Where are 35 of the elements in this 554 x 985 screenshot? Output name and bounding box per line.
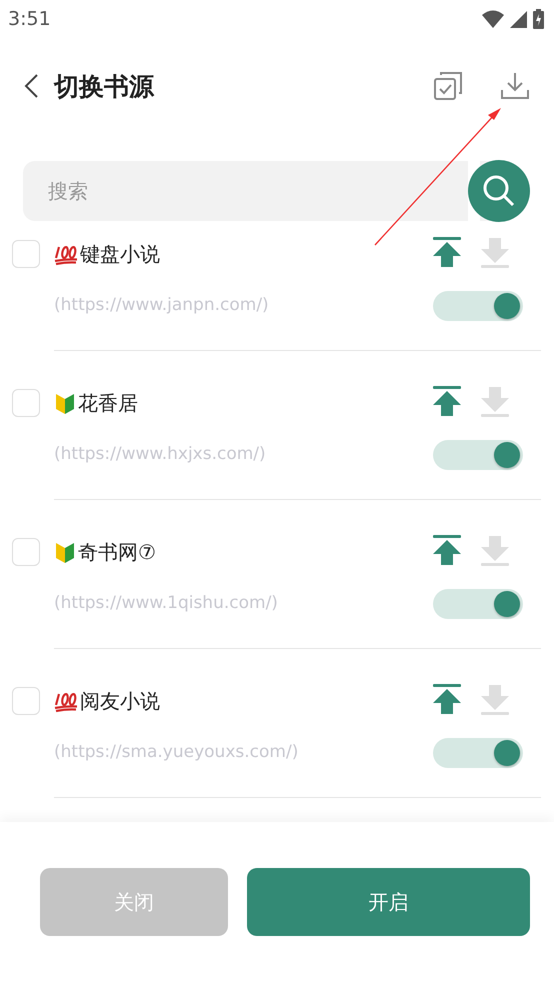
move-to-top-icon[interactable] bbox=[432, 386, 462, 418]
toggle-switch[interactable] bbox=[433, 589, 523, 619]
toggle-switch[interactable] bbox=[433, 738, 523, 768]
enable-button[interactable]: 开启 bbox=[247, 868, 530, 936]
toggle-switch[interactable] bbox=[433, 440, 523, 470]
search-icon bbox=[482, 174, 516, 208]
checkbox[interactable] bbox=[12, 538, 40, 566]
download-button[interactable] bbox=[500, 72, 530, 100]
back-button[interactable] bbox=[22, 73, 40, 99]
hundred-points-icon bbox=[54, 690, 78, 712]
source-name: 奇书网⑦ bbox=[78, 539, 156, 566]
checkbox[interactable] bbox=[12, 687, 40, 715]
source-name: 花香居 bbox=[78, 390, 138, 417]
search-field[interactable]: 搜索 bbox=[23, 161, 468, 221]
checkbox[interactable] bbox=[12, 240, 40, 268]
move-to-top-icon[interactable] bbox=[432, 535, 462, 567]
move-to-top-icon[interactable] bbox=[432, 237, 462, 269]
checked-copy-icon bbox=[434, 72, 462, 100]
source-name: 键盘小说 bbox=[80, 241, 160, 268]
beginner-mark-icon bbox=[54, 392, 76, 416]
status-time: 3:51 bbox=[8, 8, 51, 30]
select-all-button[interactable] bbox=[434, 72, 462, 100]
download-icon bbox=[500, 72, 530, 100]
toggle-switch[interactable] bbox=[433, 291, 523, 321]
hundred-points-icon bbox=[54, 244, 78, 266]
checkbox[interactable] bbox=[12, 389, 40, 417]
back-icon bbox=[22, 73, 40, 99]
source-name: 阅友小说 bbox=[80, 688, 160, 715]
move-to-top-icon[interactable] bbox=[432, 684, 462, 716]
beginner-mark-icon bbox=[54, 540, 76, 564]
signal-icon bbox=[510, 10, 527, 28]
wifi-icon bbox=[482, 10, 504, 28]
battery-icon bbox=[533, 9, 544, 29]
search-button[interactable] bbox=[468, 160, 530, 222]
page-title: 切换书源 bbox=[54, 70, 156, 102]
